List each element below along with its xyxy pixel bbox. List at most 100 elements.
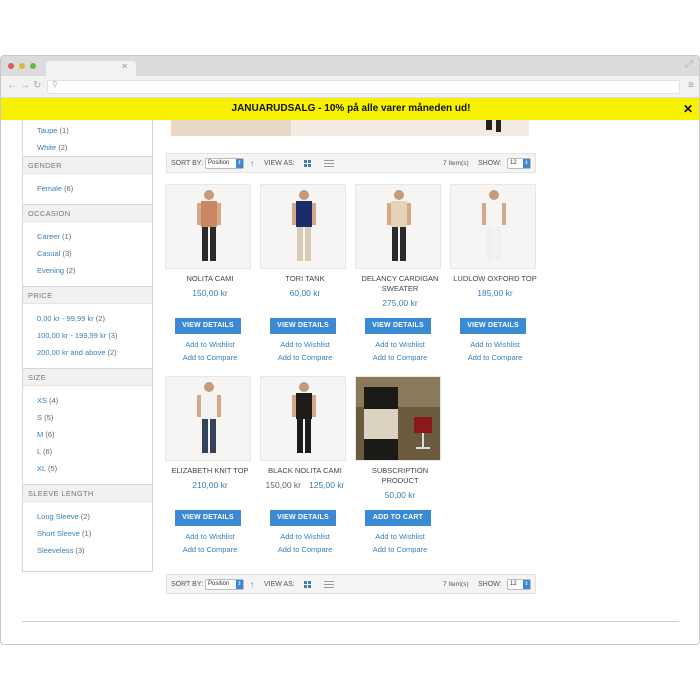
add-to-compare-link[interactable]: Add to Compare [260,353,350,362]
maximize-window-button[interactable] [30,63,36,69]
close-banner-icon[interactable]: ✕ [683,98,693,120]
filter-option[interactable]: Sleeveless (3) [23,542,152,559]
minimize-window-button[interactable] [19,63,25,69]
view-details-button[interactable]: VIEW DETAILS [175,318,241,334]
product-card: LUDLOW OXFORD TOP 185,00 kr VIEW DETAILS Ad… [450,184,540,364]
product-image[interactable] [355,184,441,269]
forward-icon[interactable]: → [20,80,30,91]
sort-direction-icon[interactable]: ↑ [250,159,254,168]
sort-direction-icon[interactable]: ↑ [250,580,254,589]
sort-by-select[interactable]: Position ⇕ [205,579,244,590]
add-to-compare-link[interactable]: Add to Compare [165,545,255,554]
filter-option[interactable]: Taupe (1) [23,122,152,139]
fullscreen-icon[interactable]: ⤢ [685,59,693,70]
view-details-button[interactable]: VIEW DETAILS [270,318,336,334]
product-name[interactable]: NOLITA CAMI [165,274,255,284]
add-to-wishlist-link[interactable]: Add to Wishlist [165,532,255,541]
view-details-button[interactable]: VIEW DETAILS [175,510,241,526]
show-select[interactable]: 12 ⇕ [507,579,531,590]
product-image[interactable] [260,184,346,269]
add-to-compare-link[interactable]: Add to Compare [355,545,445,554]
filter-section-title[interactable]: GENDER [23,156,152,174]
filter-option[interactable]: White (2) [23,139,152,156]
add-to-compare-link[interactable]: Add to Compare [355,353,445,362]
product-image[interactable] [165,376,251,461]
footer-divider [22,621,679,622]
grid-view-icon[interactable] [304,160,311,167]
list-view-icon[interactable] [324,581,334,588]
product-current-price: 125,00 kr [309,480,345,490]
filter-option-label: XS [37,396,48,405]
product-photo [261,185,345,268]
filter-option[interactable]: 100,00 kr - 199,99 kr (3) [23,327,152,344]
add-to-wishlist-link[interactable]: Add to Wishlist [165,340,255,349]
show-label: SHOW: [478,160,502,167]
add-to-wishlist-link[interactable]: Add to Wishlist [260,340,350,349]
filter-option-label: 100,00 kr - 199,99 kr [37,331,107,340]
view-details-button[interactable]: VIEW DETAILS [270,510,336,526]
filter-option-label: Female [37,184,63,193]
product-name[interactable]: BLACK NOLITA CAMI [260,466,350,476]
product-name[interactable]: TORI TANK [260,274,350,284]
url-input[interactable]: ⚲ [47,80,680,94]
filter-option[interactable]: Female (6) [23,180,152,197]
browser-tab[interactable]: ✕ [46,61,136,76]
back-icon[interactable]: ← [7,80,17,91]
add-to-cart-button[interactable]: ADD TO CART [365,510,431,526]
grid-view-icon[interactable] [304,581,311,588]
product-card: ELIZABETH KNIT TOP 210,00 kr VIEW DETAILS A… [165,376,255,556]
filter-option[interactable]: L (6) [23,443,152,460]
product-old-price: 150,00 kr [265,480,301,490]
filter-option-count: (1) [59,126,69,135]
filter-option[interactable]: S (5) [23,409,152,426]
filter-option[interactable]: Evening (2) [23,262,152,279]
add-to-compare-link[interactable]: Add to Compare [450,353,540,362]
show-select[interactable]: 12 ⇕ [507,158,531,169]
filter-option[interactable]: XS (4) [23,392,152,409]
filter-option-count: (5) [44,413,54,422]
filter-option[interactable]: Career (1) [23,228,152,245]
add-to-compare-link[interactable]: Add to Compare [165,353,255,362]
list-view-icon[interactable] [324,160,334,167]
sort-by-select[interactable]: Position ⇕ [205,158,244,169]
product-name[interactable]: DELANCY CARDIGAN SWEATER [355,274,445,294]
product-name[interactable]: ELIZABETH KNIT TOP [165,466,255,476]
close-tab-icon[interactable]: ✕ [121,62,128,71]
menu-icon[interactable]: ≡ [688,80,694,91]
add-to-compare-link[interactable]: Add to Compare [260,545,350,554]
add-to-wishlist-link[interactable]: Add to Wishlist [450,340,540,349]
add-to-wishlist-link[interactable]: Add to Wishlist [260,532,350,541]
filter-option[interactable]: 0,00 kr - 99,99 kr (2) [23,310,152,327]
filter-option-count: (4) [49,396,59,405]
filter-option[interactable]: Short Sleeve (1) [23,525,152,542]
product-photo [166,185,250,268]
close-window-button[interactable] [8,63,14,69]
filter-option[interactable]: 200,00 kr and above (2) [23,344,152,361]
filter-option[interactable]: Long Sleeve (2) [23,508,152,525]
product-price: 50,00 kr [355,490,445,500]
filter-section-options: Career (1) Casual (3) Evening (2) [23,222,152,286]
view-details-button[interactable]: VIEW DETAILS [365,318,431,334]
filter-section-title[interactable]: PRICE [23,286,152,304]
filter-section-title[interactable]: SLEEVE LENGTH [23,484,152,502]
add-to-wishlist-link[interactable]: Add to Wishlist [355,532,445,541]
sort-by-value: Position [208,581,230,587]
product-image[interactable] [355,376,441,461]
product-image[interactable] [450,184,536,269]
filter-option[interactable]: XL (5) [23,460,152,477]
product-card: BLACK NOLITA CAMI 150,00 kr 125,00 kr VIEW … [260,376,350,556]
view-as-label: VIEW AS: [264,160,295,167]
filter-section-title[interactable]: OCCASION [23,204,152,222]
product-image[interactable] [260,376,346,461]
view-details-button[interactable]: VIEW DETAILS [460,318,526,334]
filter-section-title[interactable]: SIZE [23,368,152,386]
product-image[interactable] [165,184,251,269]
product-name[interactable]: SUBSCRIPTION PRODUCT [355,466,445,486]
reload-icon[interactable]: ↻ [33,80,41,91]
filter-option[interactable]: M (6) [23,426,152,443]
filter-option-label: L [37,447,41,456]
add-to-wishlist-link[interactable]: Add to Wishlist [355,340,445,349]
filter-option[interactable]: Casual (3) [23,245,152,262]
sort-by-label: SORT BY: [171,581,204,588]
product-name[interactable]: LUDLOW OXFORD TOP [450,274,540,284]
